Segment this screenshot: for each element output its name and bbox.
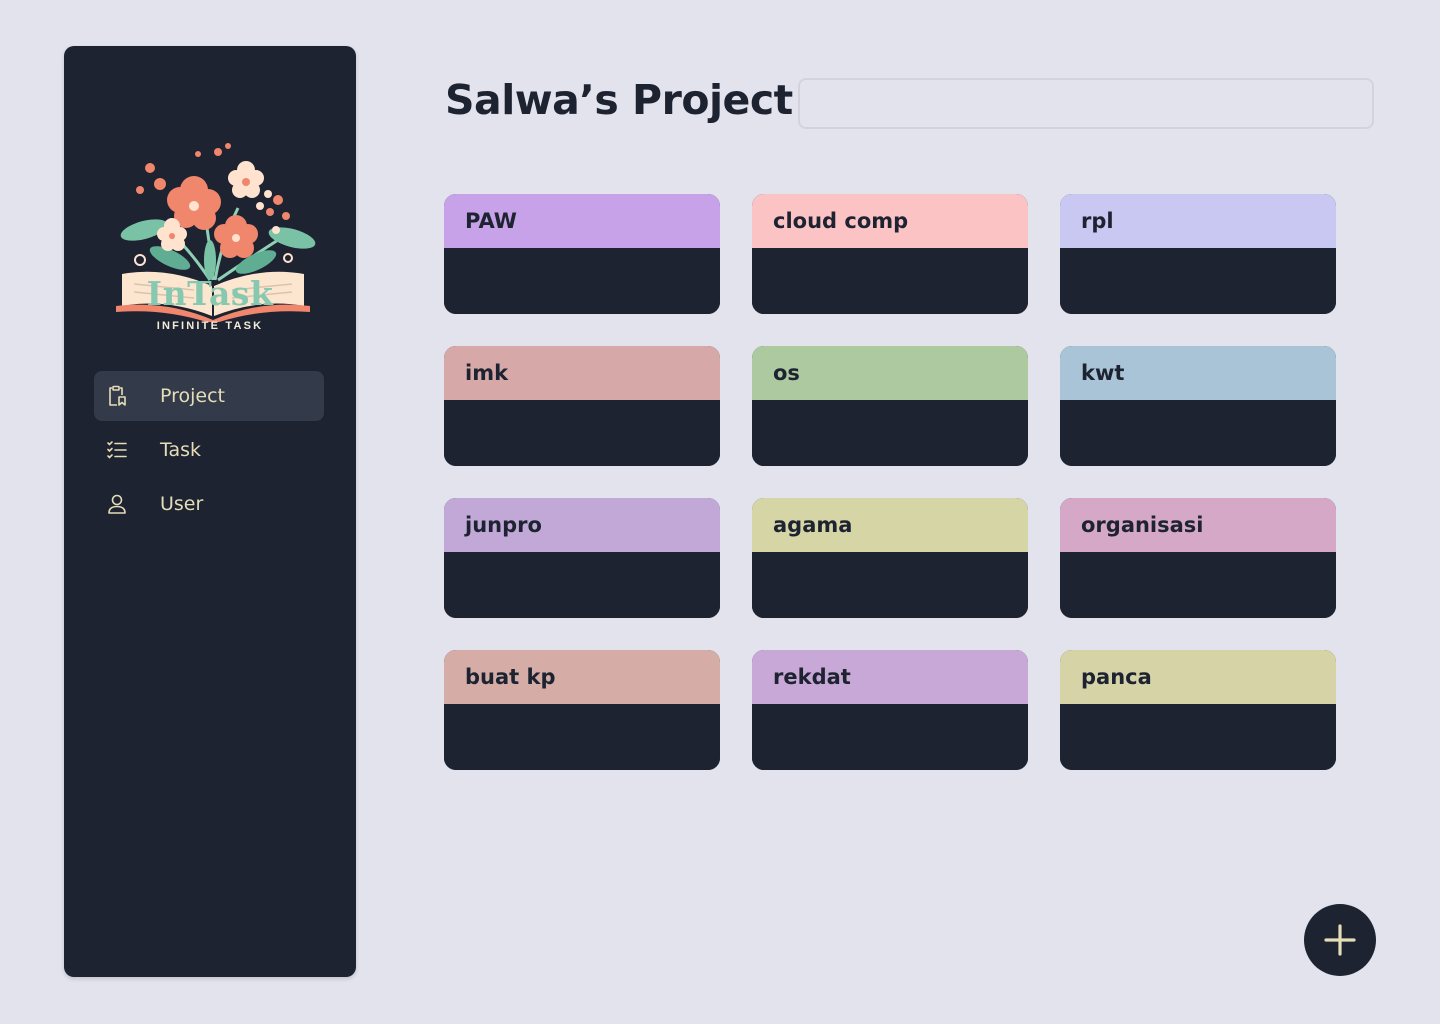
- project-card-title: rpl: [1060, 194, 1336, 248]
- page-title: Salwa’s Project: [445, 76, 793, 124]
- sidebar-item-label: Task: [160, 439, 202, 461]
- project-card-title: panca: [1060, 650, 1336, 704]
- project-card[interactable]: kwt: [1060, 346, 1336, 466]
- project-card[interactable]: junpro: [444, 498, 720, 618]
- clipboard-icon: [94, 371, 140, 421]
- project-card-title: kwt: [1060, 346, 1336, 400]
- project-card-body: [752, 704, 1028, 770]
- project-card[interactable]: cloud comp: [752, 194, 1028, 314]
- project-card-body: [1060, 552, 1336, 618]
- sidebar: InTask INFINITE TASK Project Task User: [64, 46, 356, 977]
- project-card[interactable]: buat kp: [444, 650, 720, 770]
- project-card-body: [444, 248, 720, 314]
- project-card[interactable]: rekdat: [752, 650, 1028, 770]
- add-project-button[interactable]: [1304, 904, 1376, 976]
- project-card-title: organisasi: [1060, 498, 1336, 552]
- sidebar-item-label: Project: [160, 385, 226, 407]
- project-card-title: agama: [752, 498, 1028, 552]
- plus-icon: [1324, 924, 1356, 956]
- project-card-body: [444, 704, 720, 770]
- project-card-title: imk: [444, 346, 720, 400]
- project-card[interactable]: os: [752, 346, 1028, 466]
- project-card-body: [752, 552, 1028, 618]
- search-input[interactable]: [798, 78, 1374, 129]
- project-card-title: rekdat: [752, 650, 1028, 704]
- project-card[interactable]: rpl: [1060, 194, 1336, 314]
- project-card-title: os: [752, 346, 1028, 400]
- project-card[interactable]: panca: [1060, 650, 1336, 770]
- brand-tagline: INFINITE TASK: [156, 320, 264, 332]
- brand-name: InTask: [146, 274, 274, 313]
- project-card-body: [752, 400, 1028, 466]
- project-card[interactable]: PAW: [444, 194, 720, 314]
- project-card-title: cloud comp: [752, 194, 1028, 248]
- project-card-body: [752, 248, 1028, 314]
- project-card-title: junpro: [444, 498, 720, 552]
- project-card-body: [1060, 400, 1336, 466]
- project-card-body: [1060, 248, 1336, 314]
- project-card-body: [1060, 704, 1336, 770]
- project-card-title: buat kp: [444, 650, 720, 704]
- project-card[interactable]: agama: [752, 498, 1028, 618]
- project-card-body: [444, 400, 720, 466]
- sidebar-item-user[interactable]: User: [94, 479, 324, 529]
- sidebar-item-project[interactable]: Project: [94, 371, 324, 421]
- checklist-icon: [94, 425, 140, 475]
- project-card[interactable]: imk: [444, 346, 720, 466]
- project-card[interactable]: organisasi: [1060, 498, 1336, 618]
- project-card-title: PAW: [444, 194, 720, 248]
- sidebar-item-task[interactable]: Task: [94, 425, 324, 475]
- sidebar-nav: Project Task User: [94, 371, 324, 533]
- user-icon: [94, 479, 140, 529]
- project-card-body: [444, 552, 720, 618]
- sidebar-item-label: User: [160, 493, 204, 515]
